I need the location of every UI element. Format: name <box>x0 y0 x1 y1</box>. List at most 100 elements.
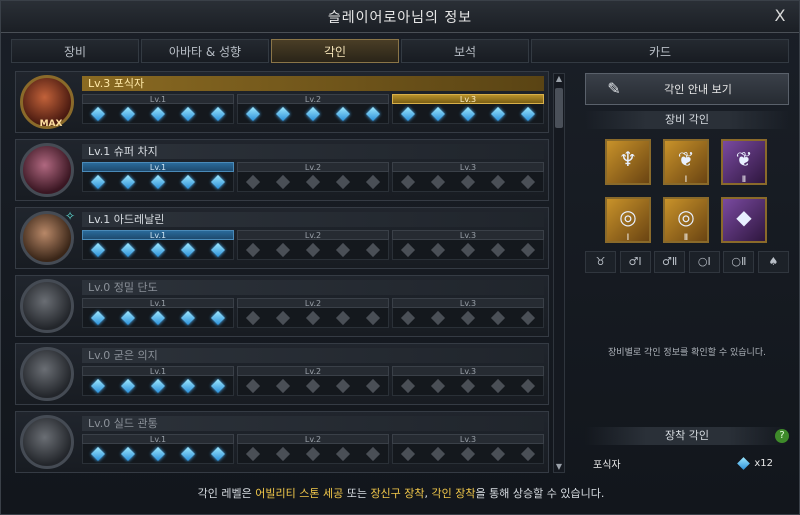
level-column: Lv.2 <box>237 366 389 398</box>
filter-ring-1-icon[interactable]: ○Ⅰ <box>688 251 720 273</box>
mounted-engraving-row: 포식자 x12 <box>585 453 789 473</box>
gem-icon <box>210 242 226 257</box>
level-label: Lv.3 <box>392 434 544 444</box>
gem-icon <box>210 446 226 461</box>
gem-icon <box>150 106 166 121</box>
equipment-slots: ♆ ❦ Ⅰ ❦ Ⅱ ◎ Ⅰ ◎ Ⅱ ◆ <box>605 139 775 247</box>
engraving-row[interactable]: Lv.0 실드 관통 Lv.1 Lv.2 Lv.3 <box>15 411 549 473</box>
gem-icon <box>180 378 196 393</box>
gem-icon <box>400 378 416 393</box>
scroll-up-icon[interactable]: ▲ <box>554 74 564 84</box>
filter-stone-icon[interactable]: ♠ <box>757 251 789 273</box>
help-icon[interactable]: ? <box>775 429 789 443</box>
gem-icon <box>335 378 351 393</box>
engraving-list: MAX Lv.3 포식자 Lv.1 Lv.2 Lv.3 Lv.1 슈퍼 차지 Lv.1 Lv.… <box>15 71 549 473</box>
list-scrollbar[interactable]: ▲ ▼ <box>553 73 565 473</box>
engraving-levels: Lv.1 Lv.2 Lv.3 <box>82 298 544 330</box>
level-label: Lv.3 <box>392 230 544 240</box>
gem-icon <box>520 106 536 121</box>
scroll-down-icon[interactable]: ▼ <box>554 462 564 472</box>
earring-2-slot[interactable]: ❦ Ⅱ <box>721 139 767 185</box>
gem-icon <box>400 106 416 121</box>
engraving-levels: Lv.1 Lv.2 Lv.3 <box>82 366 544 398</box>
scroll-thumb[interactable] <box>555 88 563 128</box>
necklace-slot[interactable]: ♆ <box>605 139 651 185</box>
level-gems <box>237 308 389 328</box>
level-column: Lv.2 <box>237 230 389 262</box>
ability-stone-slot[interactable]: ◆ <box>721 197 767 243</box>
tab-avatar[interactable]: 아바타 & 성향 <box>141 39 269 63</box>
gem-icon <box>120 310 136 325</box>
gem-icon <box>460 310 476 325</box>
gem-icon <box>430 310 446 325</box>
tab-cards[interactable]: 카드 <box>531 39 789 63</box>
gem-icon <box>400 174 416 189</box>
tab-equipment[interactable]: 장비 <box>11 39 139 63</box>
gem-icon <box>365 446 381 461</box>
filter-earring-2-icon[interactable]: ♂Ⅱ <box>654 251 686 273</box>
gem-icon <box>400 446 416 461</box>
level-column: Lv.2 <box>237 94 389 126</box>
engraving-row[interactable]: Lv.0 정밀 단도 Lv.1 Lv.2 Lv.3 <box>15 275 549 337</box>
engraving-row[interactable]: Lv.1 슈퍼 차지 Lv.1 Lv.2 Lv.3 <box>15 139 549 201</box>
footer-hint: 각인 레벨은 어빌리티 스톤 세공 또는 장신구 장착, 각인 장착을 통해 상… <box>1 481 800 507</box>
level-column: Lv.3 <box>392 94 544 126</box>
slot-number: Ⅱ <box>683 233 689 243</box>
gem-icon <box>150 242 166 257</box>
earring-icon: ❦ <box>677 147 695 171</box>
filter-necklace-icon[interactable]: ♉ <box>585 251 616 273</box>
gem-icon <box>335 106 351 121</box>
gem-icon <box>305 174 321 189</box>
gem-icon <box>460 446 476 461</box>
earring-icon: ❦ <box>735 147 753 171</box>
gem-icon <box>180 106 196 121</box>
gem-icon <box>365 310 381 325</box>
gem-icon <box>520 446 536 461</box>
tab-gems[interactable]: 보석 <box>401 39 529 63</box>
ring-icon: ◎ <box>619 205 637 229</box>
gem-icon <box>150 174 166 189</box>
book-icon: ✎ <box>607 79 621 98</box>
close-button[interactable]: X <box>771 7 789 25</box>
level-gems <box>82 444 234 464</box>
equipment-panel: ✎ 각인 안내 보기 장비 각인 ♆ ❦ Ⅰ ❦ Ⅱ ◎ Ⅰ ◎ Ⅱ ◆ ♉ ♂… <box>585 73 789 475</box>
gem-icon <box>180 242 196 257</box>
gem-icon <box>305 106 321 121</box>
level-label: Lv.2 <box>237 366 389 376</box>
gem-icon <box>120 174 136 189</box>
mounted-engraving-name: 포식자 <box>593 459 621 471</box>
gem-icon <box>90 106 106 121</box>
equipment-filter-row: ♉ ♂Ⅰ ♂Ⅱ ○Ⅰ ○Ⅱ ♠ <box>585 251 789 273</box>
ring-2-slot[interactable]: ◎ Ⅱ <box>663 197 709 243</box>
level-label: Lv.1 <box>82 230 234 240</box>
earring-1-slot[interactable]: ❦ Ⅰ <box>663 139 709 185</box>
gem-icon <box>90 378 106 393</box>
gem-icon <box>150 310 166 325</box>
footer-highlight-accessory: 장신구 장착 <box>370 487 425 500</box>
window-title: 슬레이어로아님의 정보 <box>327 9 473 26</box>
engraving-row[interactable]: Lv.0 굳은 의지 Lv.1 Lv.2 Lv.3 <box>15 343 549 405</box>
gem-icon <box>245 242 261 257</box>
level-label: Lv.2 <box>237 162 389 172</box>
engraving-portrait-icon: ✧ <box>20 209 76 265</box>
engraving-guide-button[interactable]: ✎ 각인 안내 보기 <box>585 73 789 105</box>
engraving-row[interactable]: MAX Lv.3 포식자 Lv.1 Lv.2 Lv.3 <box>15 71 549 133</box>
engraving-title: Lv.3 포식자 <box>82 76 544 91</box>
filter-ring-2-icon[interactable]: ○Ⅱ <box>723 251 755 273</box>
level-gems <box>237 172 389 192</box>
ring-1-slot[interactable]: ◎ Ⅰ <box>605 197 651 243</box>
level-gems <box>82 104 234 124</box>
engraving-row[interactable]: ✧ Lv.1 아드레날린 Lv.1 Lv.2 Lv.3 <box>15 207 549 269</box>
engraving-levels: Lv.1 Lv.2 Lv.3 <box>82 434 544 466</box>
gem-icon <box>365 106 381 121</box>
level-gems <box>392 376 544 396</box>
gem-icon <box>180 310 196 325</box>
gem-icon <box>245 106 261 121</box>
filter-earring-1-icon[interactable]: ♂Ⅰ <box>619 251 651 273</box>
gem-badge-icon: ✧ <box>65 209 76 223</box>
level-label: Lv.1 <box>82 298 234 308</box>
level-column: Lv.1 <box>82 366 234 398</box>
level-label: Lv.1 <box>82 162 234 172</box>
tab-engraving[interactable]: 각인 <box>271 39 399 63</box>
ring-icon: ◎ <box>677 205 695 229</box>
